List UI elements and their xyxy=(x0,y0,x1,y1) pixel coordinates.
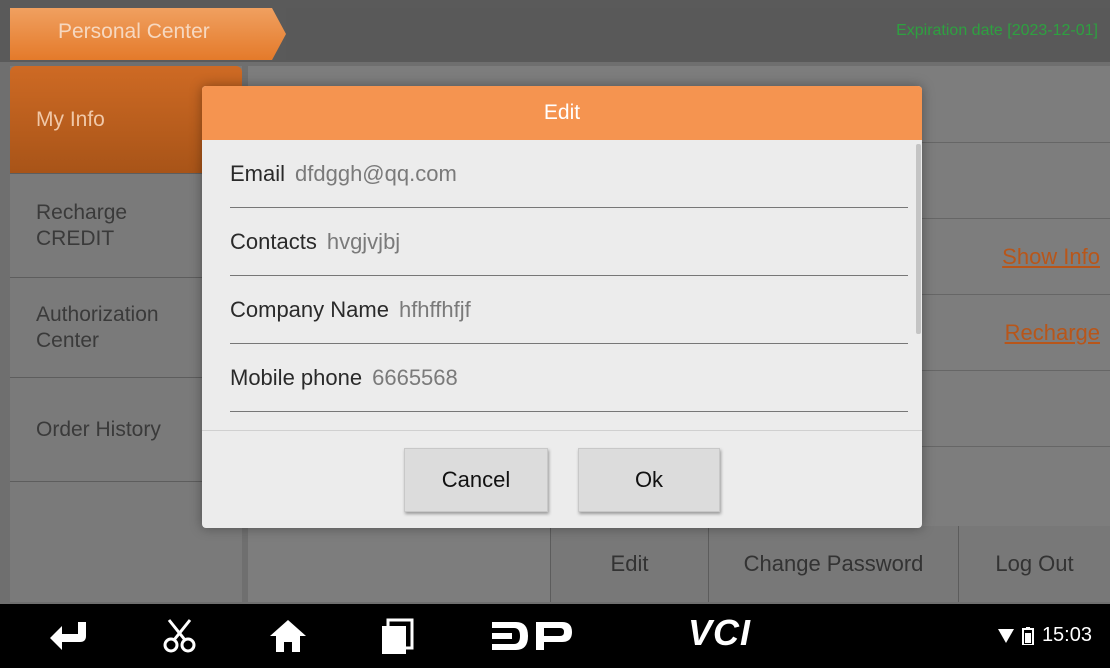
vci-label: VCI xyxy=(688,612,752,653)
email-value: dfdggh@qq.com xyxy=(295,160,457,186)
cancel-label: Cancel xyxy=(441,467,511,492)
mobile-phone-label: Mobile phone xyxy=(230,364,363,390)
company-name-label: Company Name xyxy=(230,296,389,322)
edit-button-label: Edit xyxy=(610,551,649,576)
scissors-icon[interactable] xyxy=(158,616,202,656)
company-name-field[interactable]: Company Name hfhffhfjf xyxy=(230,276,908,344)
personal-center-tab[interactable]: Personal Center xyxy=(10,8,286,60)
vci-logo-icon[interactable]: VCI xyxy=(688,612,751,654)
dp-logo-icon[interactable] xyxy=(490,618,574,654)
edit-dialog: Edit Email dfdggh@qq.com Contacts hvgjvj… xyxy=(202,86,922,528)
dialog-title: Edit xyxy=(543,101,581,124)
email-field[interactable]: Email dfdggh@qq.com xyxy=(230,140,908,208)
personal-center-title: Personal Center xyxy=(58,20,210,43)
change-password-label: Change Password xyxy=(743,551,924,576)
contacts-label: Contacts xyxy=(230,228,317,254)
status-area: 15:03 xyxy=(997,624,1092,647)
email-label: Email xyxy=(230,160,286,186)
dialog-title-bar: Edit xyxy=(202,86,922,140)
header-bar: Expiration date [2023-12-01] Personal Ce… xyxy=(0,0,1110,62)
home-icon[interactable] xyxy=(266,616,310,656)
back-icon[interactable] xyxy=(46,616,94,656)
mobile-phone-value: 6665568 xyxy=(372,364,458,390)
contacts-field[interactable]: Contacts hvgjvjbj xyxy=(230,208,908,276)
edit-button[interactable]: Edit xyxy=(550,526,708,602)
sidebar-item-label: Order History xyxy=(36,417,161,441)
log-out-button[interactable]: Log Out xyxy=(958,526,1110,602)
log-out-label: Log Out xyxy=(995,551,1074,576)
ok-button[interactable]: Ok xyxy=(578,448,720,512)
change-password-button[interactable]: Change Password xyxy=(708,526,958,602)
recharge-link[interactable]: Recharge xyxy=(1005,320,1100,346)
recent-apps-icon[interactable] xyxy=(374,616,418,656)
sidebar-item-label: Recharge CREDIT xyxy=(36,201,128,250)
navigation-bar: VCI 15:03 xyxy=(0,604,1110,668)
header-strip: Expiration date [2023-12-01] xyxy=(286,8,1110,60)
contacts-value: hvgjvjbj xyxy=(326,228,401,254)
show-info-link[interactable]: Show Info xyxy=(1002,244,1100,270)
clock: 15:03 xyxy=(1041,624,1092,646)
app-window: Expiration date [2023-12-01] Personal Ce… xyxy=(0,0,1110,668)
sidebar-item-label: My Info xyxy=(36,107,105,131)
bottom-button-bar: Edit Change Password Log Out xyxy=(248,526,1110,602)
wifi-icon xyxy=(997,628,1014,643)
dialog-scrollbar[interactable] xyxy=(916,144,921,334)
battery-icon xyxy=(1021,626,1034,645)
cancel-button[interactable]: Cancel xyxy=(404,448,548,512)
expiration-date: Expiration date [2023-12-01] xyxy=(896,22,1098,39)
sidebar-item-label: Authorization Center xyxy=(36,303,159,352)
dialog-divider xyxy=(202,430,922,431)
company-name-value: hfhffhfjf xyxy=(398,296,471,322)
ok-label: Ok xyxy=(634,467,664,492)
mobile-phone-field[interactable]: Mobile phone 6665568 xyxy=(230,344,908,412)
